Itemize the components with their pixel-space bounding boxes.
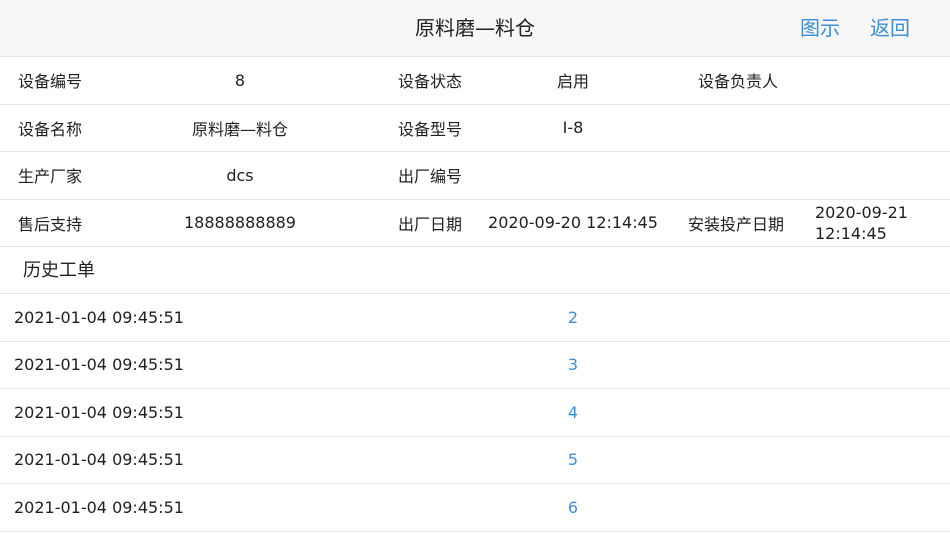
history-row[interactable]: 2021-01-04 09:45:51 6 — [0, 484, 950, 532]
info-row: 设备名称 原料磨—料仓 设备型号 I-8 — [0, 105, 950, 152]
label-device-id: 设备编号 — [18, 72, 83, 92]
history-date: 2021-01-04 09:45:51 — [14, 497, 184, 517]
label-serial-number: 出厂编号 — [398, 167, 463, 187]
device-info-table: 设备编号 8 设备状态 启用 设备负责人 设备名称 原料磨—料仓 设备型号 I-… — [0, 57, 950, 247]
history-order-link[interactable]: 5 — [523, 437, 623, 484]
label-factory-date: 出厂日期 — [398, 214, 463, 234]
label-device-owner: 设备负责人 — [698, 72, 779, 92]
info-row: 生产厂家 dcs 出厂编号 — [0, 152, 950, 200]
value-factory-date: 2020-09-20 12:14:45 — [488, 213, 658, 233]
history-date: 2021-01-04 09:45:51 — [14, 307, 184, 327]
history-date: 2021-01-04 09:45:51 — [14, 355, 184, 375]
value-after-sales: 18888888889 — [184, 213, 296, 233]
info-row: 售后支持 18888888889 出厂日期 2020-09-20 12:14:4… — [0, 200, 950, 247]
label-after-sales: 售后支持 — [18, 214, 83, 234]
history-order-link[interactable]: 4 — [523, 389, 623, 436]
label-install-date: 安装投产日期 — [688, 214, 785, 234]
history-row[interactable]: 2021-01-04 09:45:51 2 — [0, 294, 950, 342]
history-section-title: 历史工单 — [0, 247, 950, 294]
history-list: 2021-01-04 09:45:51 2 2021-01-04 09:45:5… — [0, 294, 950, 532]
value-install-date: 2020-09-21 12:14:45 — [815, 202, 908, 243]
back-button[interactable]: 返回 — [870, 0, 910, 57]
chart-button[interactable]: 图示 — [800, 0, 840, 57]
history-date: 2021-01-04 09:45:51 — [14, 450, 184, 470]
info-row: 设备编号 8 设备状态 启用 设备负责人 — [0, 57, 950, 105]
label-device-status: 设备状态 — [398, 72, 463, 92]
value-device-name: 原料磨—料仓 — [191, 119, 288, 139]
history-row[interactable]: 2021-01-04 09:45:51 4 — [0, 389, 950, 437]
history-order-link[interactable]: 3 — [523, 342, 623, 389]
history-row[interactable]: 2021-01-04 09:45:51 5 — [0, 437, 950, 484]
value-device-status: 启用 — [556, 72, 589, 92]
label-manufacturer: 生产厂家 — [18, 167, 83, 187]
label-device-model: 设备型号 — [398, 119, 463, 139]
history-order-link[interactable]: 2 — [523, 294, 623, 341]
value-device-model: I-8 — [562, 118, 584, 138]
value-manufacturer: dcs — [226, 165, 254, 185]
history-order-link[interactable]: 6 — [523, 484, 623, 531]
history-row[interactable]: 2021-01-04 09:45:51 3 — [0, 342, 950, 389]
nav-bar: 原料磨—料仓 图示 返回 — [0, 0, 950, 57]
value-device-id: 8 — [234, 70, 246, 90]
history-date: 2021-01-04 09:45:51 — [14, 402, 184, 422]
value-serial-number — [478, 152, 668, 199]
label-device-name: 设备名称 — [18, 119, 83, 139]
